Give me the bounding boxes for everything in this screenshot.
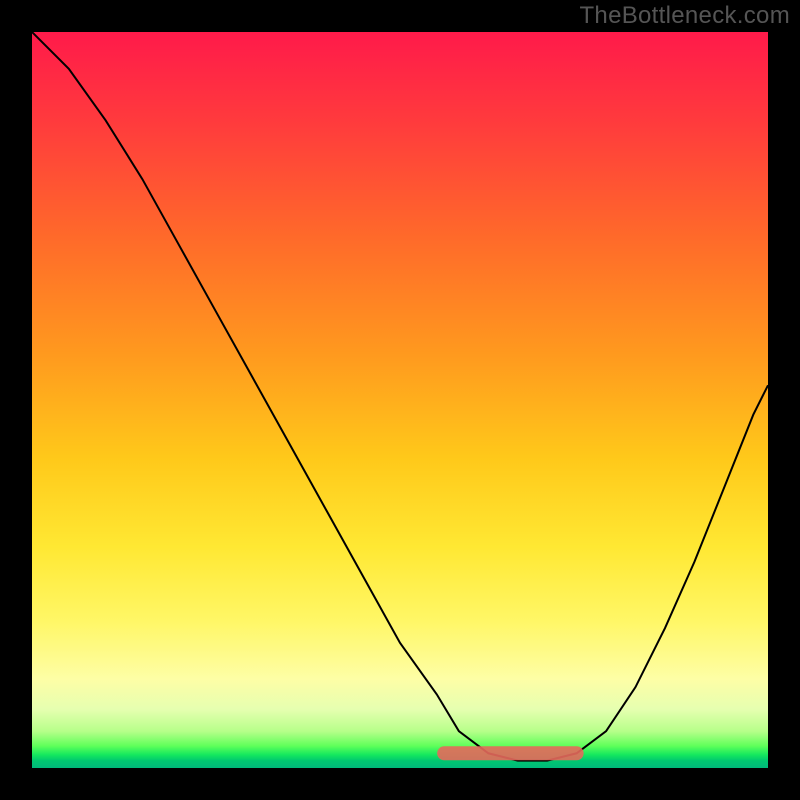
chart-stage: TheBottleneck.com — [0, 0, 800, 800]
watermark-text: TheBottleneck.com — [579, 2, 790, 30]
bottleneck-curve — [32, 32, 768, 761]
curve-layer — [32, 32, 768, 768]
plot-area — [32, 32, 768, 768]
